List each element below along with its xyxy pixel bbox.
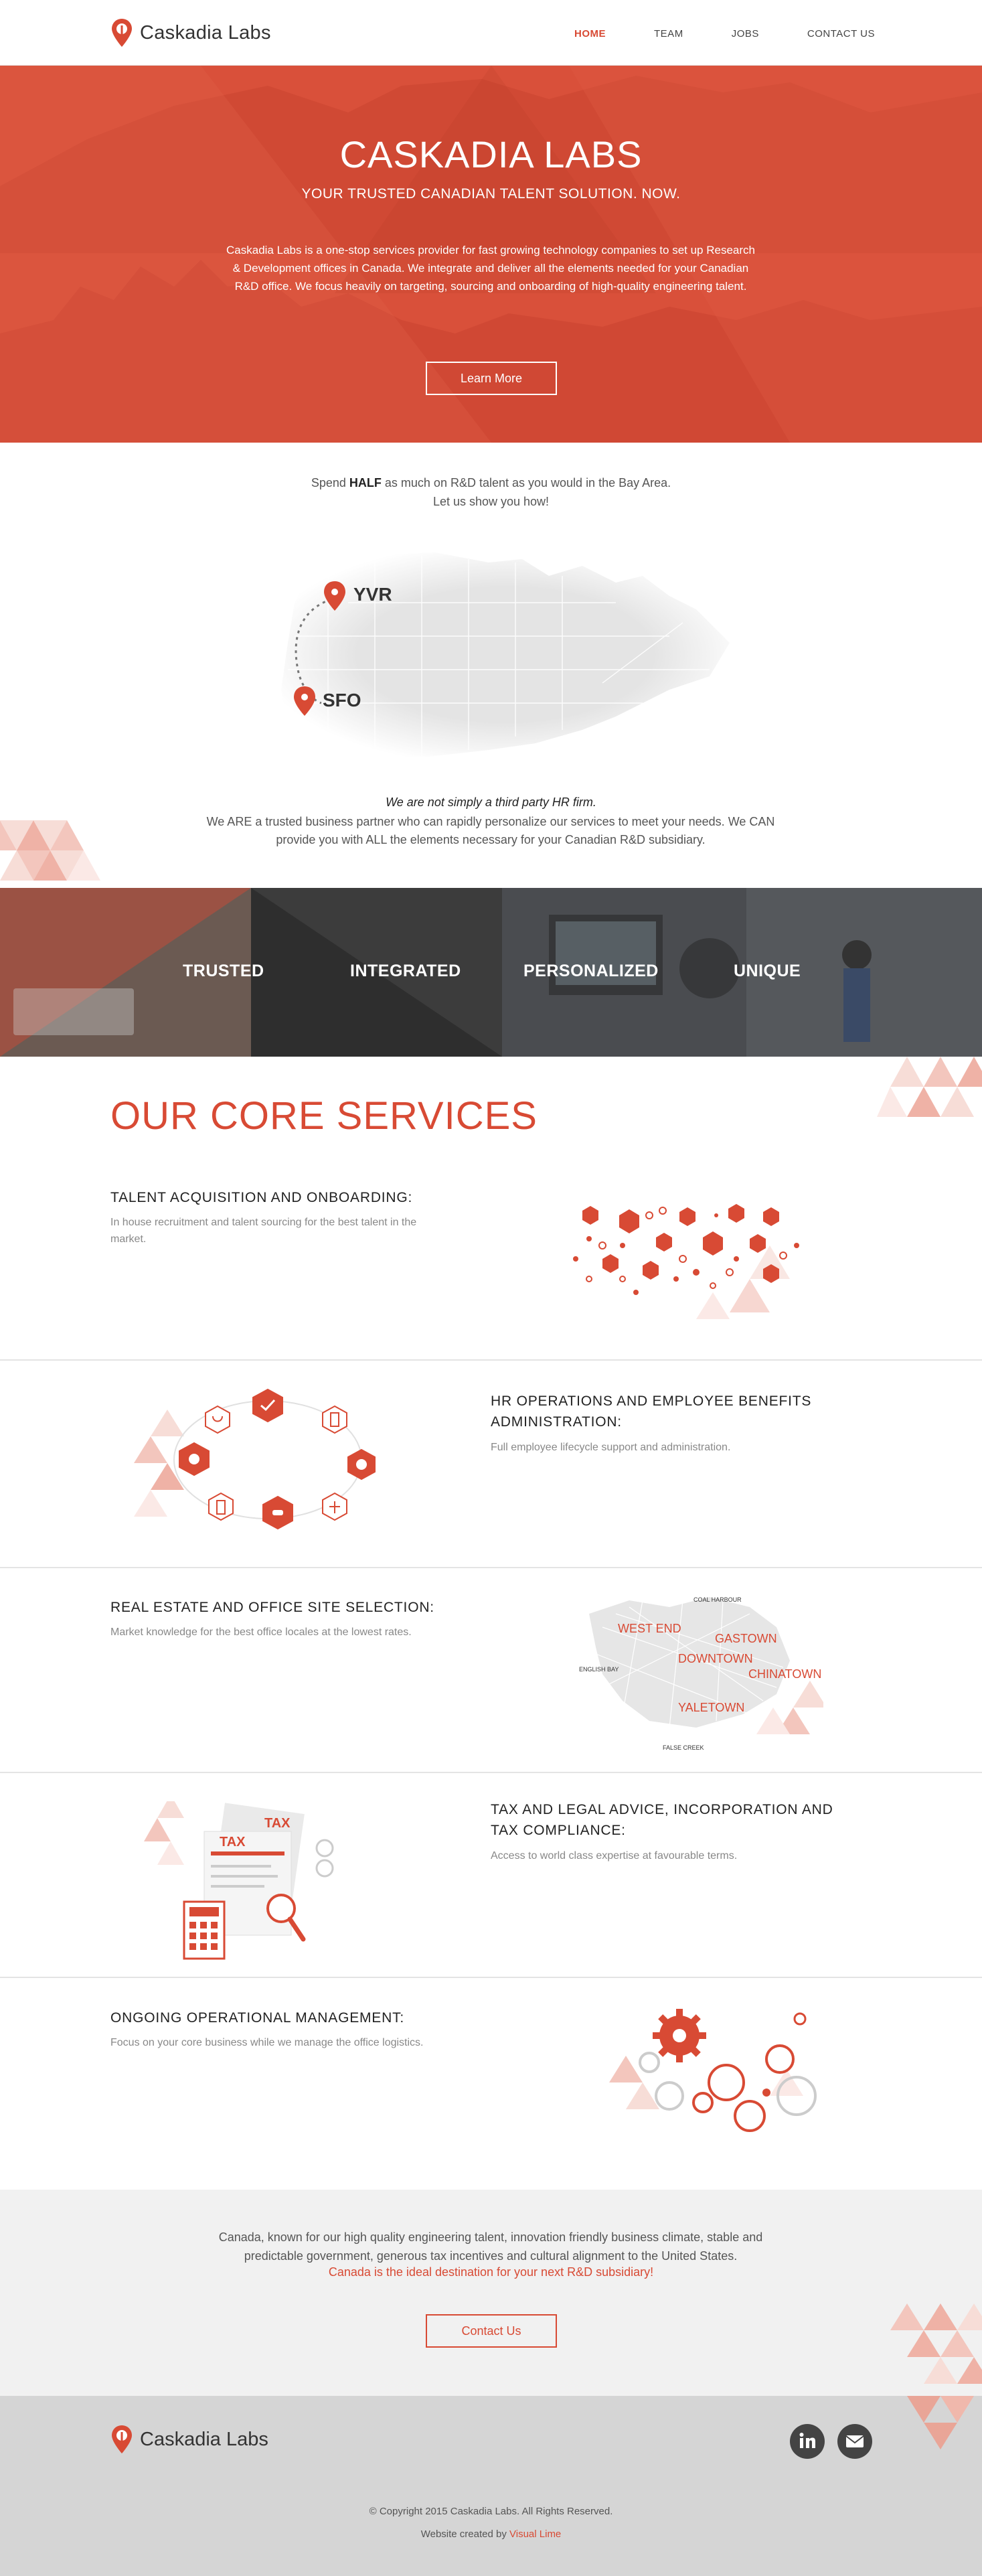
value-personalized: PERSONALIZED: [523, 962, 659, 980]
email-button[interactable]: [837, 2424, 872, 2459]
intro-prefix: Spend: [311, 476, 349, 489]
map-label-downtown: DOWNTOWN: [678, 1652, 753, 1665]
values-background: [0, 888, 982, 1057]
map-label-sfo: SFO: [323, 690, 361, 710]
site-header: Caskadia Labs HOME TEAM JOBS CONTACT US: [0, 0, 982, 66]
intro-suffix: as much on R&D talent as you would in th…: [381, 476, 671, 489]
map-label-false-creek: FALSE CREEK: [663, 1744, 704, 1751]
service-desc-talent: In house recruitment and talent sourcing…: [110, 1217, 417, 1245]
decorative-triangles: [0, 820, 100, 881]
hr-benefits-illustration: [134, 1388, 376, 1530]
map-label-chinatown: CHINATOWN: [748, 1667, 822, 1681]
service-divider: [0, 1977, 982, 1978]
map-label-yaletown: YALETOWN: [678, 1701, 745, 1714]
footer-logo[interactable]: Caskadia Labs: [110, 2424, 268, 2455]
service-title-operations: ONGOING OPERATIONAL MANAGEMENT:: [110, 2010, 405, 2026]
decorative-triangles-cta: [890, 2303, 982, 2384]
copyright-text: © Copyright 2015 Caskadia Labs. All Righ…: [369, 2506, 613, 2517]
site-footer: Caskadia Labs © Copyright 2015 Caskadia …: [0, 2396, 982, 2576]
service-desc-operations: Focus on your core business while we man…: [110, 2037, 424, 2048]
talent-network-illustration: [573, 1204, 799, 1319]
map-label-english-bay: ENGLISH BAY: [579, 1666, 619, 1673]
intro-text: Spend HALF as much on R&D talent as you …: [0, 473, 982, 511]
decorative-triangles-right: [877, 1057, 982, 1117]
map-label-west-end: WEST END: [618, 1622, 681, 1635]
credit-prefix: Website created by: [420, 2528, 510, 2540]
nav-team[interactable]: TEAM: [654, 28, 683, 40]
decorative-triangles-footer: [907, 2396, 974, 2449]
value-integrated: INTEGRATED: [350, 962, 461, 980]
footer-logo-text: Caskadia Labs: [140, 2428, 268, 2450]
learn-more-button[interactable]: Learn More: [426, 362, 557, 395]
north-america-map: [281, 552, 730, 757]
header-logo-text: Caskadia Labs: [140, 21, 271, 44]
map-label-coal-harbour: COAL HARBOUR: [693, 1596, 742, 1603]
location-pin-icon: [112, 2425, 132, 2453]
linkedin-icon: [799, 2433, 815, 2448]
gears-illustration: [609, 2009, 817, 2132]
service-title-hr: HR OPERATIONS AND EMPLOYEE BENEFITS ADMI…: [491, 1393, 812, 1430]
map-label-gastown: GASTOWN: [715, 1632, 777, 1645]
service-title-tax: TAX AND LEGAL ADVICE, INCORPORATION AND …: [491, 1802, 833, 1838]
main-nav: HOME TEAM JOBS CONTACT US: [526, 28, 875, 40]
hero-section: CASKADIA LABS YOUR TRUSTED CANADIAN TALE…: [0, 66, 982, 443]
email-icon: [845, 2435, 864, 2447]
credit-text: Website created by Visual Lime: [0, 2528, 982, 2540]
services-heading: OUR CORE SERVICES: [110, 1094, 538, 1138]
partner-description: We ARE a trusted business partner who ca…: [206, 815, 775, 846]
map-label-yvr: YVR: [353, 584, 392, 605]
cta-section: Canada, known for our high quality engin…: [0, 2190, 982, 2396]
contact-us-button[interactable]: Contact Us: [426, 2314, 557, 2348]
intro-emphasis: HALF: [349, 476, 382, 489]
service-divider: [0, 1567, 982, 1568]
hero-description: Caskadia Labs is a one-stop services pro…: [226, 244, 755, 293]
nav-home[interactable]: HOME: [574, 28, 606, 40]
linkedin-button[interactable]: [790, 2424, 825, 2459]
header-logo[interactable]: Caskadia Labs: [110, 17, 271, 48]
intro-line2: Let us show you how!: [432, 495, 550, 508]
hero-title: CASKADIA LABS: [339, 133, 643, 175]
value-unique: UNIQUE: [734, 962, 801, 980]
nav-jobs[interactable]: JOBS: [732, 28, 759, 40]
visual-lime-link[interactable]: Visual Lime: [509, 2528, 561, 2540]
cta-text: Canada, known for our high quality engin…: [218, 2230, 763, 2263]
nav-contact-us[interactable]: CONTACT US: [807, 28, 875, 40]
service-divider: [0, 1772, 982, 1773]
service-desc-real-estate: Market knowledge for the best office loc…: [110, 1626, 412, 1638]
values-band: TRUSTED INTEGRATED PERSONALIZED UNIQUE: [0, 888, 982, 1057]
value-trusted: TRUSTED: [183, 962, 264, 980]
service-desc-tax: Access to world class expertise at favou…: [491, 1850, 738, 1862]
service-title-talent: TALENT ACQUISITION AND ONBOARDING:: [110, 1190, 413, 1205]
tax-documents-illustration: [144, 1801, 334, 1960]
cta-highlight: Canada is the ideal destination for your…: [328, 2265, 654, 2279]
service-divider: [0, 1359, 982, 1361]
service-title-real-estate: REAL ESTATE AND OFFICE SITE SELECTION:: [110, 1600, 434, 1615]
service-desc-hr: Full employee lifecycle support and admi…: [491, 1442, 731, 1453]
tax-label-front: TAX: [220, 1835, 246, 1849]
tax-label-back: TAX: [264, 1816, 291, 1831]
location-pin-icon: [112, 19, 132, 47]
hero-subtitle: YOUR TRUSTED CANADIAN TALENT SOLUTION. N…: [301, 186, 681, 202]
partner-title: We are not simply a third party HR firm.: [386, 795, 596, 809]
